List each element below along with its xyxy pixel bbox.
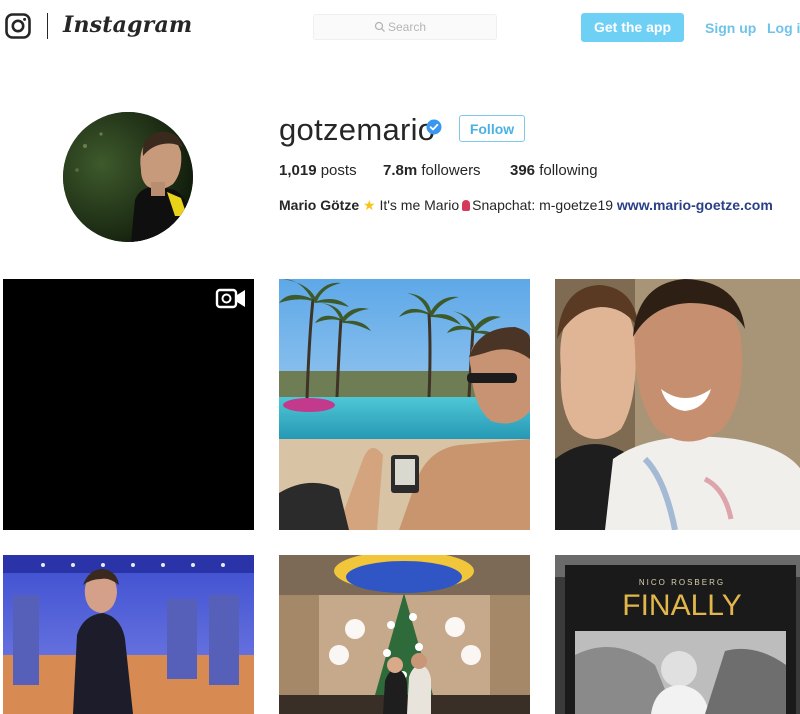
followers-stat[interactable]: 7.8m followers	[383, 162, 481, 179]
book-author-text: NICO ROSBERG	[639, 578, 725, 587]
rose-emoji-icon	[462, 200, 471, 211]
bio-text: It's me Mario	[379, 197, 460, 213]
post-tile-4[interactable]	[3, 555, 254, 714]
profile-bio: Mario Götze ★ It's me Mario Snapchat: m-g…	[279, 197, 773, 214]
post-tile-3[interactable]	[555, 279, 800, 530]
instagram-wordmark[interactable]: Instagram	[63, 12, 192, 38]
website-link[interactable]: www.mario-goetze.com	[617, 197, 773, 213]
follow-button[interactable]: Follow	[459, 115, 525, 142]
followers-label: followers	[421, 162, 481, 179]
following-label: following	[539, 162, 598, 179]
search-icon	[374, 21, 385, 32]
logo-divider	[47, 13, 48, 39]
profile-full-name: Mario Götze	[279, 197, 360, 213]
sign-up-link[interactable]: Sign up	[705, 20, 756, 36]
post-tile-1[interactable]	[3, 279, 254, 530]
profile-username: gotzemario	[279, 112, 436, 147]
profile-avatar	[63, 112, 193, 242]
posts-label: posts	[320, 162, 357, 179]
following-stat[interactable]: 396 following	[510, 162, 598, 179]
verified-badge-icon	[426, 119, 442, 135]
get-the-app-button[interactable]: Get the app	[581, 13, 684, 42]
posts-count: 1,019	[279, 162, 317, 179]
search-box[interactable]	[313, 14, 497, 40]
post-tile-2[interactable]	[279, 279, 530, 530]
star-emoji-icon: ★	[363, 197, 376, 213]
log-in-link[interactable]: Log in	[767, 20, 800, 36]
followers-count: 7.8m	[383, 162, 418, 179]
post-tile-5[interactable]	[279, 555, 530, 714]
bio-snapchat: Snapchat: m-goetze19	[472, 197, 614, 213]
following-count: 396	[510, 162, 536, 179]
top-navigation-bar: Instagram Get the app Sign up Log in	[0, 0, 800, 56]
post-tile-6[interactable]: NICO ROSBERG FINALLY	[555, 555, 800, 714]
book-title-text: FINALLY	[622, 589, 742, 622]
search-input[interactable]	[388, 19, 488, 35]
posts-stat: 1,019 posts	[279, 162, 357, 179]
instagram-camera-icon[interactable]	[5, 13, 31, 39]
